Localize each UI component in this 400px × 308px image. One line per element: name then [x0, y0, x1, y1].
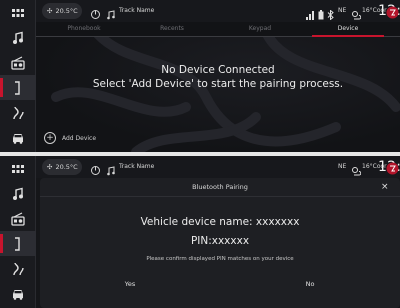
- close-icon[interactable]: ×: [381, 182, 389, 192]
- device-screen: ✣ 20.5°C Track Name NE 16°Coor 12:30 Ph: [0, 0, 400, 152]
- grid-icon: [12, 8, 24, 17]
- phone-icon: [15, 80, 20, 95]
- sidebar-item-radio[interactable]: [0, 206, 36, 231]
- compass-heading: NE: [338, 7, 347, 14]
- status-bar: ✣ 20.5°C Track Name NE 16°Coor 12:30: [36, 156, 400, 178]
- cabin-temperature: 20.5°C: [55, 7, 78, 15]
- sidebar-item-radio[interactable]: [0, 50, 36, 75]
- sidebar-item-navigation[interactable]: [0, 100, 36, 125]
- car-icon: [13, 133, 23, 144]
- sidebar-item-phone[interactable]: [0, 75, 36, 100]
- active-tab-indicator: [312, 35, 384, 37]
- tab-bar: Phonebook Recents Keypad Device: [36, 22, 400, 37]
- add-icon: +: [44, 132, 56, 144]
- radio-icon: [11, 211, 25, 226]
- fan-icon: ✣: [47, 163, 53, 171]
- tab-device[interactable]: Device: [318, 25, 378, 32]
- voice-assistant-icon[interactable]: [386, 4, 399, 23]
- vehicle-device-name: Vehicle device name: xxxxxxx: [140, 216, 300, 228]
- pairing-pin: PIN:xxxxxx: [190, 235, 250, 247]
- sidebar: [0, 0, 36, 152]
- car-icon: [13, 289, 23, 300]
- tab-phonebook[interactable]: Phonebook: [54, 25, 114, 32]
- no-device-instructions: Select 'Add Device' to start the pairing…: [92, 78, 344, 90]
- sidebar-item-navigation[interactable]: [0, 256, 36, 281]
- sidebar-item-phone[interactable]: [0, 231, 36, 256]
- fan-icon: ✣: [47, 7, 53, 15]
- sidebar-item-media[interactable]: [0, 181, 36, 206]
- music-icon: [13, 31, 23, 44]
- sidebar-item-media[interactable]: [0, 25, 36, 50]
- radio-icon: [11, 55, 25, 70]
- pairing-screen: ✣ 20.5°C Track Name NE 16°Coor 12:30 Blu…: [0, 156, 400, 308]
- climate-chip[interactable]: ✣ 20.5°C: [42, 3, 82, 19]
- tab-recents[interactable]: Recents: [142, 25, 202, 32]
- sidebar-item-apps[interactable]: [0, 156, 36, 181]
- dialog-title: Bluetooth Pairing: [192, 183, 248, 191]
- cabin-temperature: 20.5°C: [55, 163, 78, 171]
- no-device-title: No Device Connected: [161, 64, 275, 76]
- confirm-pin-hint: Please confirm displayed PIN matches on …: [146, 256, 294, 262]
- dialog-divider: [40, 196, 400, 197]
- track-name: Track Name: [119, 163, 155, 170]
- sidebar-item-vehicle[interactable]: [0, 281, 36, 306]
- track-name: Track Name: [119, 7, 155, 14]
- sidebar: [0, 156, 36, 308]
- road-icon: [13, 106, 24, 119]
- grid-icon: [12, 164, 24, 173]
- phone-icon: [15, 236, 20, 251]
- yes-button[interactable]: Yes: [40, 280, 220, 296]
- road-icon: [13, 262, 24, 275]
- add-device-button[interactable]: + Add Device: [44, 132, 96, 144]
- music-icon: [13, 187, 23, 200]
- no-button[interactable]: No: [220, 280, 400, 296]
- voice-assistant-icon[interactable]: [386, 160, 399, 179]
- status-bar: ✣ 20.5°C Track Name NE 16°Coor 12:30: [36, 0, 400, 22]
- add-device-label: Add Device: [62, 134, 97, 142]
- tab-keypad[interactable]: Keypad: [230, 25, 290, 32]
- climate-chip[interactable]: ✣ 20.5°C: [42, 159, 82, 175]
- sidebar-item-apps[interactable]: [0, 0, 36, 25]
- sidebar-item-vehicle[interactable]: [0, 125, 36, 150]
- compass-heading: NE: [338, 163, 347, 170]
